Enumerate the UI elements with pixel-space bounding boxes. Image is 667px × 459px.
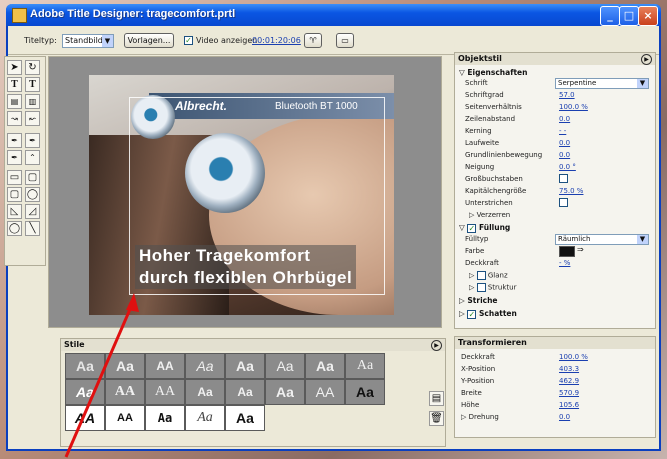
arrow-head-icon <box>126 293 139 312</box>
annotation-arrow <box>64 293 139 458</box>
arrow-shaft <box>64 299 136 458</box>
